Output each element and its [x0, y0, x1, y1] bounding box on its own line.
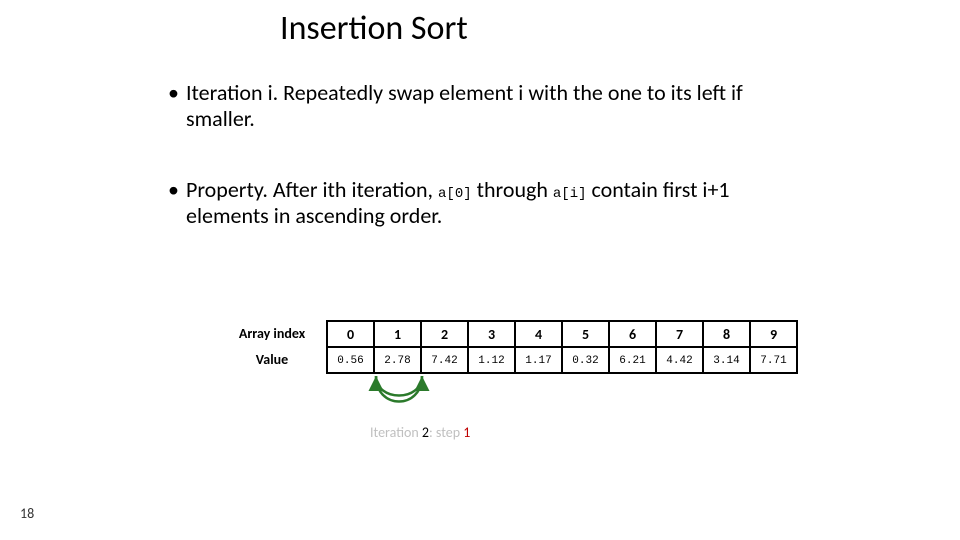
- value-cell: 0.32: [562, 347, 609, 373]
- value-cell: 7.71: [750, 347, 797, 373]
- value-cell: 1.17: [515, 347, 562, 373]
- caption-pre: Iteration: [370, 424, 422, 441]
- row-label-index: Array index: [218, 321, 326, 347]
- index-cell: 9: [750, 321, 797, 347]
- swap-arrow-icon: [326, 372, 466, 418]
- value-cell: 3.14: [703, 347, 750, 373]
- code-ai: a[i]: [553, 186, 587, 202]
- value-cell: 6.21: [609, 347, 656, 373]
- caption-mid: : step: [429, 424, 463, 441]
- index-cell: 5: [562, 321, 609, 347]
- value-cell: 7.42: [421, 347, 468, 373]
- row-label-value: Value: [218, 347, 326, 373]
- index-cell: 0: [327, 321, 374, 347]
- index-cell: 6: [609, 321, 656, 347]
- index-cell: 8: [703, 321, 750, 347]
- bullet-property: Property. After ith iteration, a[0] thro…: [168, 177, 808, 230]
- iteration-caption: Iteration 2: step 1: [370, 424, 470, 441]
- array-table: Array index Value 0 1 2 3 4 5 6 7 8 9 0.…: [218, 320, 798, 374]
- array-grid: 0 1 2 3 4 5 6 7 8 9 0.56 2.78 7.42 1.12 …: [326, 320, 798, 374]
- index-cell: 1: [374, 321, 421, 347]
- index-cell: 3: [468, 321, 515, 347]
- bullet1-text: Iteration i. Repeatedly swap element i w…: [186, 79, 743, 132]
- row-labels: Array index Value: [218, 320, 326, 374]
- index-cell: 7: [656, 321, 703, 347]
- caption-iter-num: 2: [422, 424, 429, 441]
- bullet-iteration: Iteration i. Repeatedly swap element i w…: [168, 80, 808, 133]
- value-cell: 4.42: [656, 347, 703, 373]
- value-row: 0.56 2.78 7.42 1.12 1.17 0.32 6.21 4.42 …: [327, 347, 797, 373]
- page-number: 18: [20, 505, 34, 522]
- code-a0: a[0]: [438, 186, 472, 202]
- bullet2-part1: Property. After ith iteration,: [186, 176, 438, 203]
- value-cell: 0.56: [327, 347, 374, 373]
- bullet-list: Iteration i. Repeatedly swap element i w…: [168, 80, 808, 274]
- bullet2-part2: through: [472, 176, 553, 203]
- index-cell: 4: [515, 321, 562, 347]
- index-cell: 2: [421, 321, 468, 347]
- caption-step-num: 1: [463, 424, 470, 441]
- slide-title: Insertion Sort: [280, 8, 468, 49]
- index-row: 0 1 2 3 4 5 6 7 8 9: [327, 321, 797, 347]
- value-cell: 2.78: [374, 347, 421, 373]
- value-cell: 1.12: [468, 347, 515, 373]
